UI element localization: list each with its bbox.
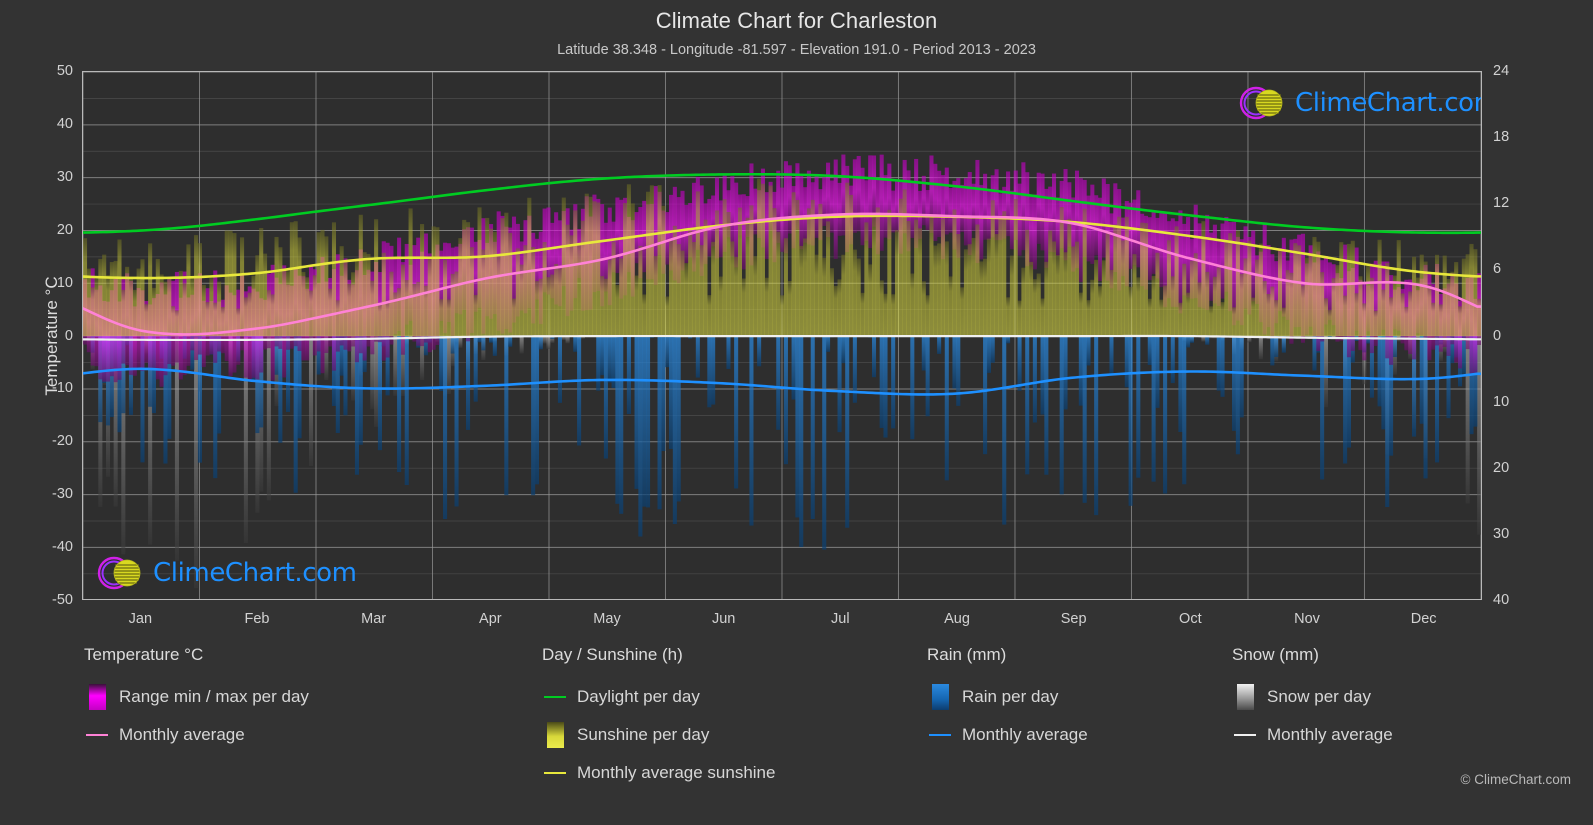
legend-item[interactable]: Sunshine per day: [542, 716, 775, 754]
legend-label: Rain per day: [962, 687, 1059, 706]
legend-item[interactable]: Rain per day: [927, 678, 1088, 716]
legend-item[interactable]: Daylight per day: [542, 678, 775, 716]
legend-item[interactable]: Monthly average: [84, 716, 309, 754]
plot-wrapper: Temperature °C Day / Sunshine (h) Rain /…: [42, 63, 1509, 627]
legend-swatch-key: [1232, 684, 1258, 710]
y-tick-right-bottom: 40: [1493, 592, 1510, 608]
legend: Temperature °C Range min / max per day Mon…: [0, 645, 1593, 810]
y-tick-left: -50: [52, 592, 73, 608]
y-tick-left: -10: [52, 380, 73, 397]
x-tick-mar: Mar: [361, 611, 387, 627]
y-tick-left: 50: [56, 63, 73, 79]
x-tick-jun: Jun: [711, 611, 736, 627]
legend-line-key: [84, 722, 110, 748]
legend-gradient-swatch: [1236, 684, 1254, 710]
legend-line-key: [542, 684, 568, 710]
legend-item[interactable]: Monthly average: [1232, 716, 1393, 754]
legend-line-key: [1232, 722, 1258, 748]
legend-item[interactable]: Monthly average: [927, 716, 1088, 754]
chart-svg: [83, 72, 1481, 599]
y-tick-left: -30: [52, 486, 73, 503]
climate-chart-page: Climate Chart for Charleston Latitude 38…: [0, 0, 1593, 825]
x-tick-jan: Jan: [128, 611, 153, 627]
x-tick-feb: Feb: [244, 611, 270, 627]
y-tick-left: -40: [52, 539, 73, 556]
chart-subtitle: Latitude 38.348 - Longitude -81.597 - El…: [557, 42, 1036, 58]
legend-item[interactable]: Range min / max per day: [84, 678, 309, 716]
legend-line-key: [927, 722, 953, 748]
x-tick-apr: Apr: [479, 611, 502, 627]
y-tick-right-top: 6: [1493, 261, 1502, 278]
legend-heading: Snow (mm): [1232, 645, 1319, 664]
legend-heading: Day / Sunshine (h): [542, 645, 683, 664]
legend-swatch-key: [84, 684, 110, 710]
legend-line-swatch: [544, 695, 566, 699]
legend-column-temperature: Temperature °C Range min / max per day Mon…: [84, 645, 309, 754]
y-tick-right-bottom: 20: [1493, 459, 1510, 476]
legend-line-swatch: [86, 733, 108, 737]
legend-label: Monthly average sunshine: [577, 763, 776, 782]
x-tick-may: May: [593, 611, 621, 627]
y-tick-right-bottom: 30: [1493, 525, 1510, 542]
legend-heading: Rain (mm): [927, 645, 1007, 664]
y-tick-right-top: 0: [1493, 327, 1502, 344]
page-title: Climate Chart for Charleston: [655, 8, 938, 33]
legend-column-daysunshine: Day / Sunshine (h) Daylight per day Sunshi…: [542, 645, 775, 792]
x-tick-sep: Sep: [1060, 611, 1087, 627]
y-tick-left: 30: [56, 168, 73, 185]
y-tick-left: -20: [52, 433, 73, 450]
rain-bars: [90, 336, 1478, 550]
y-tick-left: 10: [56, 274, 73, 291]
legend-label: Snow per day: [1267, 687, 1371, 706]
footer-copyright: © ClimeChart.com: [1460, 772, 1571, 787]
x-tick-oct: Oct: [1179, 611, 1202, 627]
x-tick-jul: Jul: [831, 611, 850, 627]
y-tick-right-top: 18: [1493, 129, 1510, 146]
legend-label: Sunshine per day: [577, 725, 710, 744]
y-axis-left-title: Temperature °C: [42, 275, 61, 396]
y-tick-left: 0: [64, 327, 73, 344]
legend-item[interactable]: Snow per day: [1232, 678, 1393, 716]
legend-gradient-swatch: [931, 684, 949, 710]
legend-label: Monthly average: [1267, 725, 1393, 744]
legend-gradient-swatch: [88, 684, 106, 710]
legend-heading: Temperature °C: [84, 645, 204, 664]
legend-column-rain: Rain (mm) Rain per day Monthly average: [927, 645, 1088, 754]
legend-label: Range min / max per day: [119, 687, 309, 706]
legend-column-snow: Snow (mm) Snow per day Monthly average: [1232, 645, 1393, 754]
x-tick-aug: Aug: [944, 611, 970, 627]
y-tick-left: 40: [56, 115, 73, 132]
y-tick-right-bottom: 10: [1493, 393, 1510, 410]
x-tick-nov: Nov: [1294, 611, 1320, 627]
legend-swatch-key: [542, 722, 568, 748]
legend-gradient-swatch: [546, 722, 564, 748]
legend-label: Monthly average: [119, 725, 245, 744]
y-tick-left: 20: [56, 221, 73, 238]
legend-line-swatch: [1234, 733, 1256, 737]
legend-swatch-key: [927, 684, 953, 710]
plot-area: ClimeChart.com ClimeChart.com: [82, 71, 1482, 600]
x-tick-dec: Dec: [1410, 611, 1437, 627]
legend-line-swatch: [929, 733, 951, 737]
legend-line-key: [542, 760, 568, 786]
y-tick-right-top: 24: [1493, 63, 1510, 79]
legend-item[interactable]: Monthly average sunshine: [542, 754, 775, 792]
legend-label: Daylight per day: [577, 687, 700, 706]
y-tick-right-top: 12: [1493, 195, 1510, 212]
legend-label: Monthly average: [962, 725, 1088, 744]
legend-line-swatch: [544, 771, 566, 775]
